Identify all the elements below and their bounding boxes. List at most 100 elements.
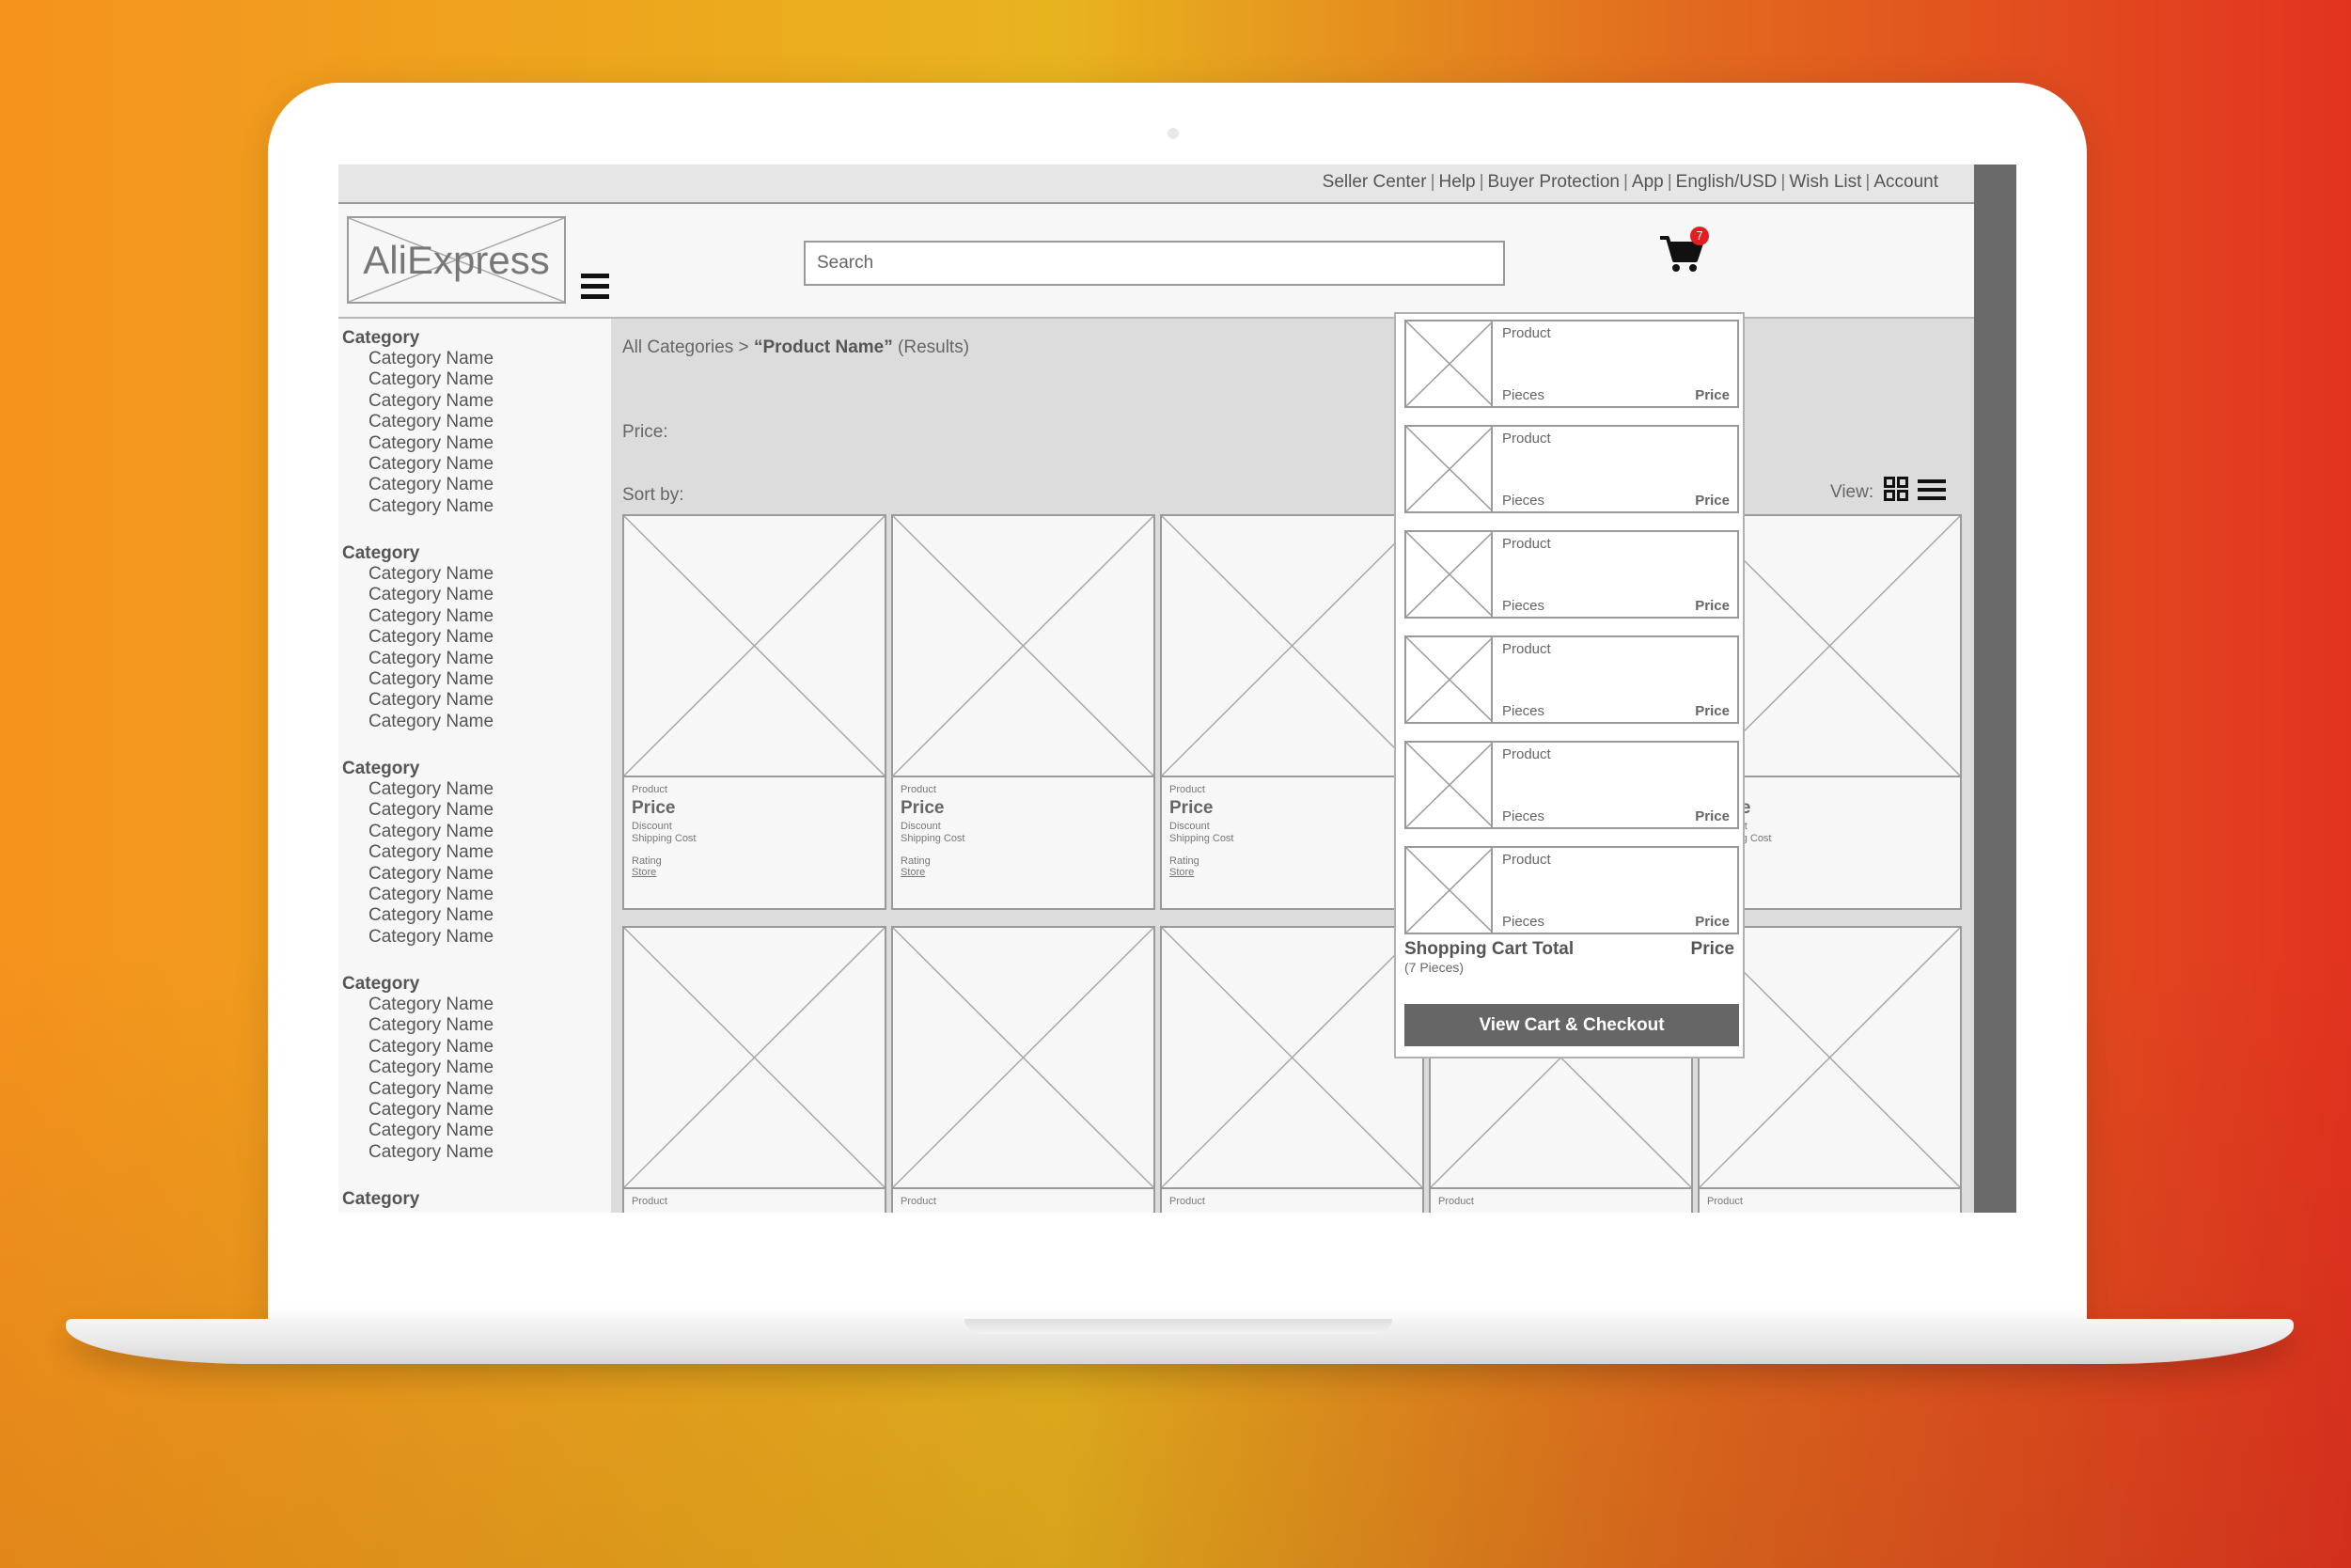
category-name[interactable]: Category Name (342, 475, 494, 495)
breadcrumb-all-categories[interactable]: All Categories > (622, 337, 754, 357)
product-card[interactable]: Product (1160, 926, 1424, 1213)
product-store-link[interactable]: Store (1169, 867, 1194, 878)
category-name[interactable]: Category Name (342, 349, 494, 369)
link-seller-center[interactable]: Seller Center (1323, 172, 1427, 192)
product-name[interactable]: Product (1707, 1196, 1743, 1207)
category-name[interactable]: Category Name (342, 412, 494, 432)
product-image[interactable] (1162, 928, 1422, 1189)
image-placeholder-icon (1405, 742, 1494, 828)
category-title[interactable]: Category (342, 543, 494, 564)
category-name[interactable]: Category Name (342, 712, 494, 732)
category-title[interactable]: Category (342, 328, 494, 349)
cart-item-price: Price (1695, 598, 1730, 614)
search-input[interactable] (804, 241, 1505, 286)
category-name[interactable]: Category Name (342, 369, 494, 390)
product-store-link[interactable]: Store (632, 867, 656, 878)
category-name[interactable]: Category Name (342, 496, 494, 517)
category-name[interactable]: Category Name (342, 564, 494, 585)
list-view-icon[interactable] (1918, 478, 1946, 501)
product-name[interactable]: Product (901, 1196, 936, 1207)
product-name[interactable]: Product (1169, 784, 1205, 795)
grid-view-icon[interactable] (1884, 477, 1908, 501)
sort-by-label[interactable]: Sort by: (622, 485, 683, 506)
category-title[interactable]: Category (342, 974, 494, 995)
product-card[interactable]: Product Price Discount Shipping Cost Rat… (891, 514, 1155, 910)
category-name[interactable]: Category Name (342, 842, 494, 863)
category-name[interactable]: Category Name (342, 800, 494, 821)
product-name[interactable]: Product (1169, 1196, 1205, 1207)
category-name[interactable]: Category Name (342, 627, 494, 648)
logo[interactable]: AliExpress (347, 216, 566, 304)
product-shipping: Shipping Cost (632, 833, 697, 844)
category-name[interactable]: Category Name (342, 905, 494, 926)
category-name[interactable]: Category Name (342, 690, 494, 711)
image-placeholder-icon (624, 928, 885, 1187)
cart-item-pieces: Pieces (1502, 808, 1545, 824)
product-card[interactable]: Product Price Discount Shipping Cost Rat… (622, 514, 886, 910)
category-name[interactable]: Category Name (342, 779, 494, 800)
product-price: Price (632, 798, 676, 818)
product-image[interactable] (893, 516, 1153, 777)
category-name[interactable]: Category Name (342, 585, 494, 605)
category-name[interactable]: Category Name (342, 391, 494, 412)
price-filter-label[interactable]: Price: (622, 422, 668, 443)
product-card[interactable]: Product (622, 926, 886, 1213)
cart-item[interactable]: Product Pieces Price (1404, 741, 1739, 829)
category-name[interactable]: Category Name (342, 822, 494, 842)
link-app[interactable]: App (1632, 172, 1664, 192)
category-name[interactable]: Category Name (342, 1037, 494, 1058)
vertical-scrollbar[interactable] (1974, 165, 2016, 1213)
link-account[interactable]: Account (1873, 172, 1938, 192)
category-name[interactable]: Category Name (342, 669, 494, 690)
product-name[interactable]: Product (632, 784, 667, 795)
category-name[interactable]: Category Name (342, 1058, 494, 1078)
cart-item-pieces: Pieces (1502, 914, 1545, 930)
category-title[interactable]: Category (342, 1189, 419, 1210)
category-name[interactable]: Category Name (342, 864, 494, 885)
product-image[interactable] (624, 516, 885, 777)
category-name[interactable]: Category Name (342, 927, 494, 948)
breadcrumb-results: (Results) (892, 337, 970, 357)
product-store-link[interactable]: Store (901, 867, 925, 878)
link-buyer-protection[interactable]: Buyer Protection (1488, 172, 1620, 192)
category-name[interactable]: Category Name (342, 1142, 494, 1163)
top-utility-bar: Seller Center | Help | Buyer Protection | App |… (338, 165, 1974, 204)
category-group: Category Category Name Category Name Cat… (342, 328, 494, 517)
category-name[interactable]: Category Name (342, 1079, 494, 1100)
link-help[interactable]: Help (1439, 172, 1476, 192)
product-image[interactable] (624, 928, 885, 1189)
cart-item[interactable]: Product Pieces Price (1404, 425, 1739, 513)
link-language-currency[interactable]: English/USD (1676, 172, 1778, 192)
cart-item[interactable]: Product Pieces Price (1404, 530, 1739, 619)
site-header: AliExpress 7 (338, 206, 1974, 319)
product-image[interactable] (893, 928, 1153, 1189)
product-card[interactable]: Product Price Discount Shipping Cost Rat… (1160, 514, 1424, 910)
category-name[interactable]: Category Name (342, 995, 494, 1015)
cart-item-thumbnail (1405, 321, 1494, 407)
product-image[interactable] (1162, 516, 1422, 777)
view-cart-checkout-button[interactable]: View Cart & Checkout (1404, 1004, 1739, 1046)
category-name[interactable]: Category Name (342, 454, 494, 475)
category-name[interactable]: Category Name (342, 1121, 494, 1141)
cart-item[interactable]: Product Pieces Price (1404, 846, 1739, 934)
image-placeholder-icon (1162, 928, 1422, 1187)
category-name[interactable]: Category Name (342, 649, 494, 669)
product-name[interactable]: Product (1438, 1196, 1474, 1207)
product-name[interactable]: Product (632, 1196, 667, 1207)
category-name[interactable]: Category Name (342, 1100, 494, 1121)
product-card[interactable]: Product (891, 926, 1155, 1213)
product-name[interactable]: Product (901, 784, 936, 795)
link-wish-list[interactable]: Wish List (1789, 172, 1861, 192)
category-name[interactable]: Category Name (342, 1015, 494, 1036)
cart-item[interactable]: Product Pieces Price (1404, 320, 1739, 408)
cart-item[interactable]: Product Pieces Price (1404, 635, 1739, 724)
category-name[interactable]: Category Name (342, 433, 494, 454)
category-name[interactable]: Category Name (342, 606, 494, 627)
product-price: Price (1169, 798, 1214, 818)
hamburger-menu-icon[interactable] (581, 274, 609, 299)
product-discount: Discount (1169, 821, 1210, 832)
category-name[interactable]: Category Name (342, 885, 494, 905)
category-title[interactable]: Category (342, 759, 494, 779)
cart-item-thumbnail (1405, 847, 1494, 933)
category-group: Category (342, 1189, 419, 1210)
